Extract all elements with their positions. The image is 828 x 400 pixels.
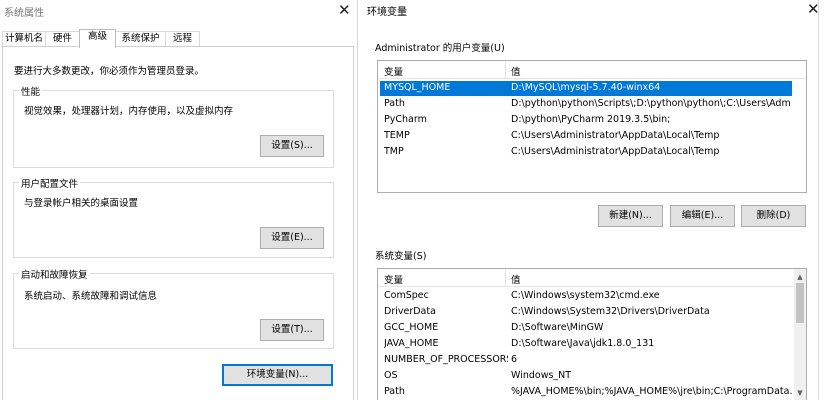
table-row[interactable]: TEMP C:\Users\Administrator\AppData\Loca… — [380, 129, 792, 144]
background-window-edge — [818, 0, 828, 400]
system-variables-list[interactable]: 变量 值 ComSpec C:\Windows\system32\cmd.exe… — [377, 268, 807, 400]
user-profiles-group: 用户配置文件 与登录帐户相关的桌面设置 设置(E)... — [13, 176, 334, 258]
table-row[interactable]: MYSQL_HOME D:\MySQL\mysql-5.7.40-winx64 — [380, 81, 792, 96]
tab-system-protection[interactable]: 系统保护 — [115, 31, 166, 47]
system-variables-label: 系统变量(S) — [375, 251, 427, 262]
user-delete-button[interactable]: 删除(D) — [741, 205, 806, 227]
column-divider[interactable] — [505, 61, 506, 79]
scroll-down-icon[interactable]: ▼ — [794, 387, 806, 399]
tab-hardware[interactable]: 硬件 — [45, 31, 80, 47]
close-icon[interactable]: ✕ — [338, 1, 351, 19]
startup-recovery-settings-button[interactable]: 设置(T)... — [260, 319, 324, 341]
column-header-value[interactable]: 值 — [511, 272, 521, 286]
scroll-thumb[interactable] — [796, 283, 804, 323]
window-title: 系统属性 — [4, 8, 44, 19]
list-header: 变量 值 — [378, 61, 806, 79]
tab-computer-name[interactable]: 计算机名 — [2, 31, 46, 47]
admin-note: 要进行大多数更改，你必须作为管理员登录。 — [14, 66, 205, 77]
user-profiles-desc: 与登录帐户相关的桌面设置 — [24, 198, 139, 209]
performance-settings-button[interactable]: 设置(S)... — [260, 135, 324, 157]
startup-recovery-desc: 系统启动、系统故障和调试信息 — [24, 291, 158, 302]
tab-remote[interactable]: 远程 — [165, 31, 200, 47]
tab-advanced[interactable]: 高级 — [79, 29, 116, 48]
performance-desc: 视觉效果，处理器计划，内存使用，以及虚拟内存 — [24, 106, 234, 117]
startup-recovery-group: 启动和故障恢复 系统启动、系统故障和调试信息 设置(T)... — [13, 267, 334, 349]
column-header-variable[interactable]: 变量 — [384, 272, 403, 286]
vertical-scrollbar[interactable]: ▲ ▼ — [794, 269, 806, 400]
column-divider[interactable] — [505, 269, 506, 287]
table-row[interactable]: TMP C:\Users\Administrator\AppData\Local… — [380, 145, 792, 160]
user-profiles-label: 用户配置文件 — [19, 176, 81, 190]
user-variables-label: Administrator 的用户变量(U) — [375, 43, 505, 54]
user-profiles-settings-button[interactable]: 设置(E)... — [260, 227, 324, 249]
scroll-up-icon[interactable]: ▲ — [794, 271, 806, 283]
table-row[interactable]: JAVA_HOME D:\Software\Java\jdk1.8.0_131 — [380, 337, 792, 352]
table-row[interactable]: GCC_HOME D:\Software\MinGW — [380, 321, 792, 336]
window-title: 环境变量 — [367, 7, 407, 18]
startup-recovery-label: 启动和故障恢复 — [19, 267, 90, 281]
table-row[interactable]: PyCharm D:\python\PyCharm 2019.3.5\bin; — [380, 113, 792, 128]
user-edit-button[interactable]: 编辑(E)... — [670, 205, 735, 227]
table-row[interactable]: OS Windows_NT — [380, 369, 792, 384]
table-row[interactable]: ComSpec C:\Windows\system32\cmd.exe — [380, 289, 792, 304]
tab-bar: 计算机名 硬件 高级 系统保护 远程 — [2, 29, 356, 48]
user-variables-list[interactable]: 变量 值 MYSQL_HOME D:\MySQL\mysql-5.7.40-wi… — [377, 60, 807, 193]
table-row[interactable]: NUMBER_OF_PROCESSORS 6 — [380, 353, 792, 368]
column-header-value[interactable]: 值 — [511, 64, 521, 78]
table-row[interactable]: DriverData C:\Windows\System32\Drivers\D… — [380, 305, 792, 320]
performance-group: 性能 视觉效果，处理器计划，内存使用，以及虚拟内存 设置(S)... — [13, 84, 334, 168]
list-header: 变量 值 — [378, 269, 806, 287]
environment-variables-button[interactable]: 环境变量(N)... — [222, 364, 333, 386]
environment-variables-window: 环境变量 ✕ Administrator 的用户变量(U) 变量 值 MYSQL… — [359, 0, 828, 400]
table-row[interactable]: Path D:\python\python\Scripts\;D:\python… — [380, 97, 792, 112]
user-new-button[interactable]: 新建(N)... — [598, 205, 663, 227]
table-row[interactable]: Path %JAVA_HOME%\bin;%JAVA_HOME%\jre\bin… — [380, 385, 793, 400]
system-properties-window: 系统属性 ✕ 计算机名 硬件 高级 系统保护 远程 要进行大多数更改，你必须作为… — [0, 0, 358, 400]
performance-label: 性能 — [19, 84, 43, 98]
column-header-variable[interactable]: 变量 — [384, 64, 403, 78]
